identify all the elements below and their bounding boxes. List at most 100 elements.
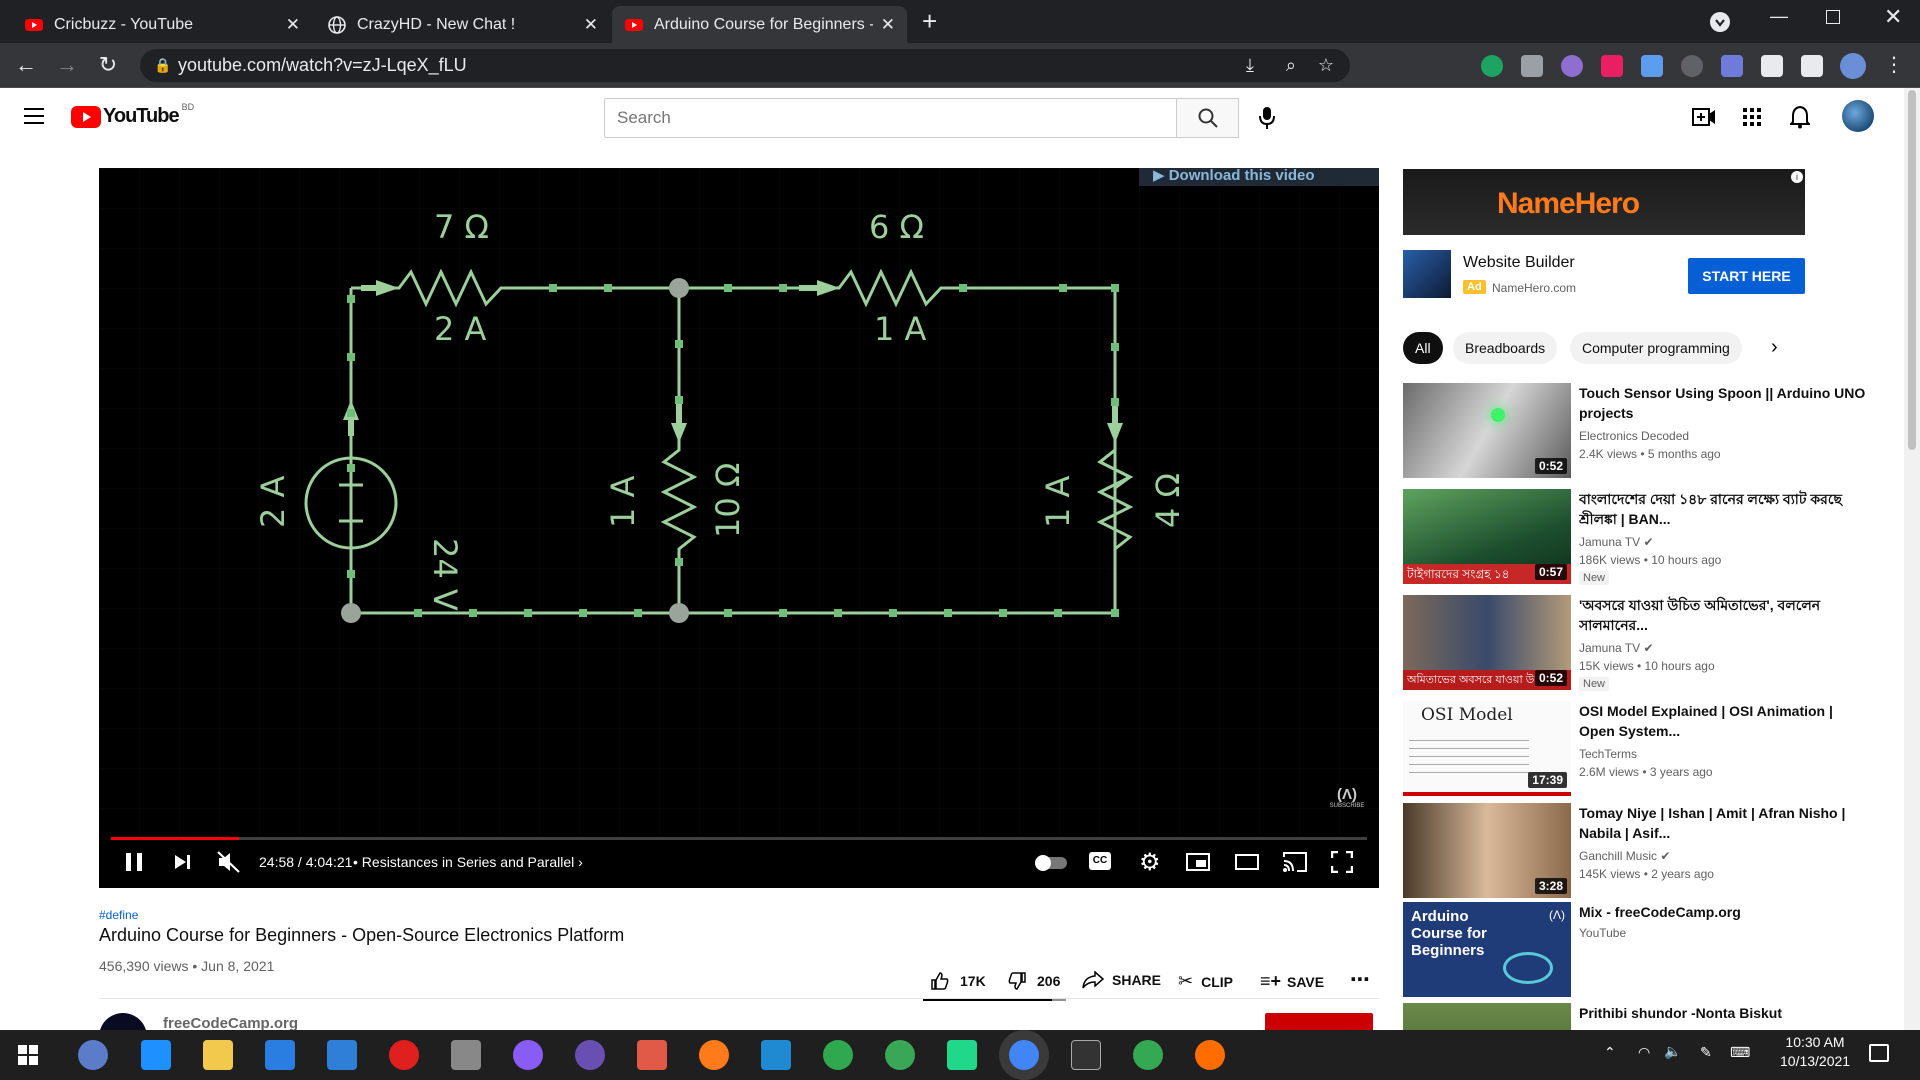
next-video-icon[interactable]: [173, 853, 191, 871]
more-actions-icon[interactable]: ⋯: [1350, 967, 1370, 992]
clip-button[interactable]: ✂ CLIP: [1178, 971, 1233, 992]
tab-close-icon[interactable]: ✕: [881, 15, 895, 35]
apps-grid-icon[interactable]: [1743, 108, 1761, 126]
zoom-icon[interactable]: ⌕: [1286, 49, 1296, 82]
terminal-icon[interactable]: [1071, 1040, 1101, 1070]
microsoft-store-icon[interactable]: [265, 1040, 295, 1070]
new-tab-plus-icon[interactable]: +: [922, 6, 937, 37]
cast-icon[interactable]: [1282, 851, 1308, 873]
file-explorer-icon[interactable]: [203, 1040, 233, 1070]
video-player[interactable]: 7 Ω 2 A 6 Ω 1 A 2 A 24 V 1 A 10 Ω 1 A 4 …: [99, 168, 1379, 888]
recommendation-item[interactable]: 0:52 Touch Sensor Using Spoon || Arduino…: [1403, 383, 1873, 479]
notification-center-icon[interactable]: [1869, 1044, 1889, 1062]
save-button[interactable]: ≡+ SAVE: [1260, 971, 1324, 992]
satellite-app-icon[interactable]: [451, 1040, 481, 1070]
tab-crazyhd[interactable]: CrazyHD - New Chat ! ✕: [315, 6, 610, 43]
chip-breadboards[interactable]: Breadboards: [1453, 332, 1558, 364]
close-window-icon[interactable]: ✕: [1884, 4, 1902, 30]
edge-dev-icon[interactable]: [823, 1040, 853, 1070]
channel-watermark[interactable]: (Λ) SUBSCRIBE: [1329, 786, 1365, 820]
show-hidden-icons-icon[interactable]: ⌃: [1604, 1044, 1616, 1061]
camera-extension-icon[interactable]: [1521, 55, 1543, 77]
theater-mode-icon[interactable]: [1235, 854, 1259, 870]
postman-icon[interactable]: [1195, 1040, 1225, 1070]
tab-close-icon[interactable]: ✕: [584, 15, 598, 35]
subscribe-button[interactable]: [1265, 1013, 1373, 1030]
youtube-logo[interactable]: YouTube BD: [71, 102, 194, 128]
ad-card[interactable]: Website Builder Ad NameHero.com START HE…: [1403, 250, 1805, 306]
mute-volume-icon[interactable]: [217, 851, 241, 873]
reading-list-icon[interactable]: [1801, 55, 1823, 77]
extension-icon[interactable]: [1681, 55, 1703, 77]
chip-next-arrow-icon[interactable]: ›: [1771, 336, 1778, 359]
back-arrow-icon[interactable]: ←: [12, 51, 40, 79]
extension-icon[interactable]: [1561, 55, 1583, 77]
hamburger-menu-icon[interactable]: [24, 108, 44, 124]
tab-close-icon[interactable]: ✕: [286, 15, 300, 35]
firefox-icon[interactable]: [699, 1040, 729, 1070]
miniplayer-icon[interactable]: [1186, 853, 1210, 871]
tab-search-icon[interactable]: [1710, 12, 1730, 32]
pen-icon[interactable]: ✎: [1700, 1044, 1712, 1061]
create-video-icon[interactable]: [1692, 106, 1716, 128]
fullscreen-icon[interactable]: [1331, 851, 1353, 873]
bookmark-star-icon[interactable]: ☆: [1318, 49, 1334, 82]
mail-icon[interactable]: [327, 1040, 357, 1070]
recommendation-item[interactable]: অমিতাভের অবসরে যাওয়া উ 0:52 'অবসরে যাওয…: [1403, 595, 1873, 691]
vscode-icon[interactable]: [761, 1040, 791, 1070]
minimize-icon[interactable]: —: [1770, 6, 1788, 27]
voice-search-mic-icon[interactable]: [1257, 106, 1277, 130]
edge-browser-icon[interactable]: [141, 1040, 171, 1070]
chip-all[interactable]: All: [1403, 332, 1443, 364]
channel-name[interactable]: freeCodeCamp.org: [163, 1015, 298, 1030]
messenger-icon[interactable]: [513, 1040, 543, 1070]
volume-icon[interactable]: 🔈: [1664, 1043, 1681, 1060]
autoplay-toggle[interactable]: [1035, 855, 1067, 871]
pause-icon[interactable]: [126, 853, 142, 871]
pycharm-icon[interactable]: [947, 1040, 977, 1070]
channel-avatar[interactable]: [99, 1013, 147, 1030]
address-bar[interactable]: 🔒 youtube.com/watch?v=zJ-LqeX_fLU ⤓ ⌕ ☆: [140, 49, 1350, 82]
reload-icon[interactable]: ↻: [94, 51, 122, 79]
share-button[interactable]: SHARE: [1082, 971, 1161, 989]
notifications-bell-icon[interactable]: [1790, 105, 1810, 129]
tab-arduino-course[interactable]: Arduino Course for Beginners - O ✕: [612, 6, 907, 43]
clock[interactable]: 10:30 AM 10/13/2021: [1780, 1034, 1850, 1069]
account-avatar[interactable]: [1842, 100, 1874, 132]
chrome-menu-icon[interactable]: ⋮: [1880, 51, 1908, 79]
profile-avatar[interactable]: [1840, 53, 1866, 79]
paint-icon[interactable]: [637, 1040, 667, 1070]
puzzle-extensions-icon[interactable]: [1761, 55, 1783, 77]
github-desktop-icon[interactable]: [575, 1040, 605, 1070]
search-button[interactable]: [1176, 98, 1239, 138]
sidebar-ad[interactable]: NameHero i: [1403, 169, 1805, 235]
hashtag-link[interactable]: #define: [99, 908, 138, 922]
recommendation-item[interactable]: Arduino Course for Beginners (Λ) Mix - f…: [1403, 902, 1873, 998]
like-button[interactable]: 17K: [930, 971, 986, 991]
ad-info-icon[interactable]: i: [1791, 171, 1803, 183]
download-video-overlay[interactable]: ▶ Download this video: [1139, 168, 1379, 186]
settings-gear-icon[interactable]: ⚙: [1139, 848, 1161, 877]
recommendation-item[interactable]: টাইগারদের সংগ্রহ ১৪ 0:57 বাংলাদেশের দেয়…: [1403, 489, 1873, 585]
flag-extension-icon[interactable]: [1601, 55, 1623, 77]
download-extension-icon[interactable]: [1641, 55, 1663, 77]
chapter-title[interactable]: • Resistances in Series and Parallel ›: [353, 854, 583, 870]
scrollbar-thumb[interactable]: [1908, 90, 1916, 450]
install-icon[interactable]: ⤓: [1246, 49, 1254, 82]
recommendation-item[interactable]: 3:28 Tomay Niye | Ishan | Amit | Afran N…: [1403, 803, 1873, 899]
restore-icon[interactable]: [1826, 10, 1840, 24]
subtitles-cc-icon[interactable]: CC: [1089, 852, 1111, 870]
windows-start-icon[interactable]: [18, 1045, 38, 1065]
chrome-profile-icon[interactable]: [1133, 1040, 1163, 1070]
tab-cricbuzz[interactable]: Cricbuzz - YouTube ✕: [12, 6, 312, 43]
grammarly-extension-icon[interactable]: [1481, 55, 1503, 77]
ad-cta-button[interactable]: START HERE: [1688, 258, 1805, 294]
chip-computer-programming[interactable]: Computer programming: [1570, 332, 1742, 364]
wifi-icon[interactable]: ◠: [1638, 1044, 1650, 1061]
forward-arrow-icon[interactable]: →: [53, 51, 81, 79]
recommendation-item[interactable]: Prithibi shundor -Nonta Biskut: [1403, 1003, 1873, 1030]
dislike-button[interactable]: 206: [1007, 971, 1060, 991]
qbittorrent-icon[interactable]: [78, 1040, 108, 1070]
pen-extension-icon[interactable]: [1721, 55, 1743, 77]
chrome-active-icon[interactable]: [1009, 1040, 1039, 1070]
